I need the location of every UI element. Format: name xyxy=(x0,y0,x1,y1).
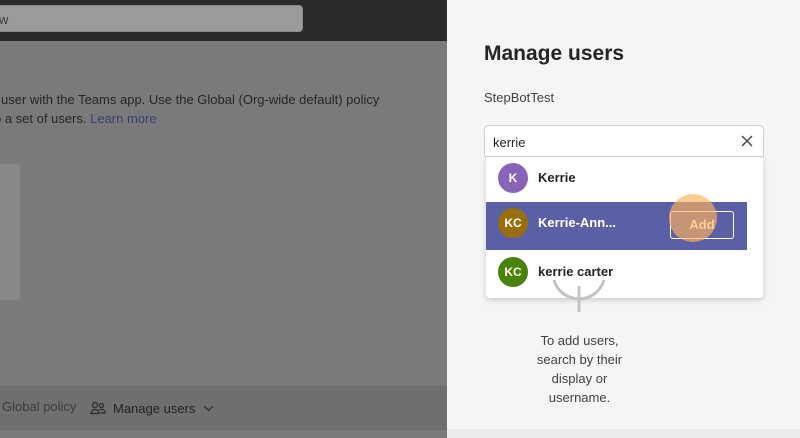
close-icon[interactable] xyxy=(740,134,754,148)
top-bar: w xyxy=(0,0,447,41)
background-page: w user with the Teams app. Use the Globa… xyxy=(0,0,447,438)
user-search-box xyxy=(484,125,764,157)
empty-state-text: To add users, search by their display or… xyxy=(536,333,623,405)
panel-title: Manage users xyxy=(484,42,625,65)
avatar: KC xyxy=(498,208,528,238)
manage-users-panel: Manage users StepBotTest K Kerrie KC Ker… xyxy=(447,0,800,438)
user-search-input[interactable] xyxy=(493,132,723,152)
policy-card xyxy=(0,164,20,300)
result-name: Kerrie-Ann... xyxy=(538,215,617,230)
avatar: K xyxy=(498,163,528,193)
chevron-down-icon xyxy=(203,405,214,411)
result-kerrie-ann[interactable]: KC Kerrie-Ann... Add xyxy=(486,202,747,250)
app-name: StepBotTest xyxy=(484,90,555,105)
policy-description: user with the Teams app. Use the Global … xyxy=(0,90,440,128)
avatar: KC xyxy=(498,257,528,287)
manage-users-label: Manage users xyxy=(113,400,196,416)
learn-more-link[interactable]: Learn more xyxy=(90,111,156,126)
result-kerrie[interactable]: K Kerrie xyxy=(486,157,763,205)
users-icon xyxy=(90,401,106,415)
description-line-1: user with the Teams app. Use the Global … xyxy=(1,92,380,107)
info-circle-icon xyxy=(552,279,606,312)
result-kerrie-carter[interactable]: KC kerrie carter xyxy=(486,251,763,299)
add-user-button[interactable]: Add xyxy=(670,211,734,239)
description-line-2: o a set of users. Learn more xyxy=(0,111,157,126)
manage-users-button[interactable]: Manage users xyxy=(90,398,221,418)
search-results-dropdown: K Kerrie KC Kerrie-Ann... Add KC kerrie … xyxy=(486,157,763,298)
result-name: Kerrie xyxy=(538,170,576,185)
global-search-input[interactable]: w xyxy=(0,5,303,32)
global-policy-button[interactable]: Global policy xyxy=(2,399,76,414)
